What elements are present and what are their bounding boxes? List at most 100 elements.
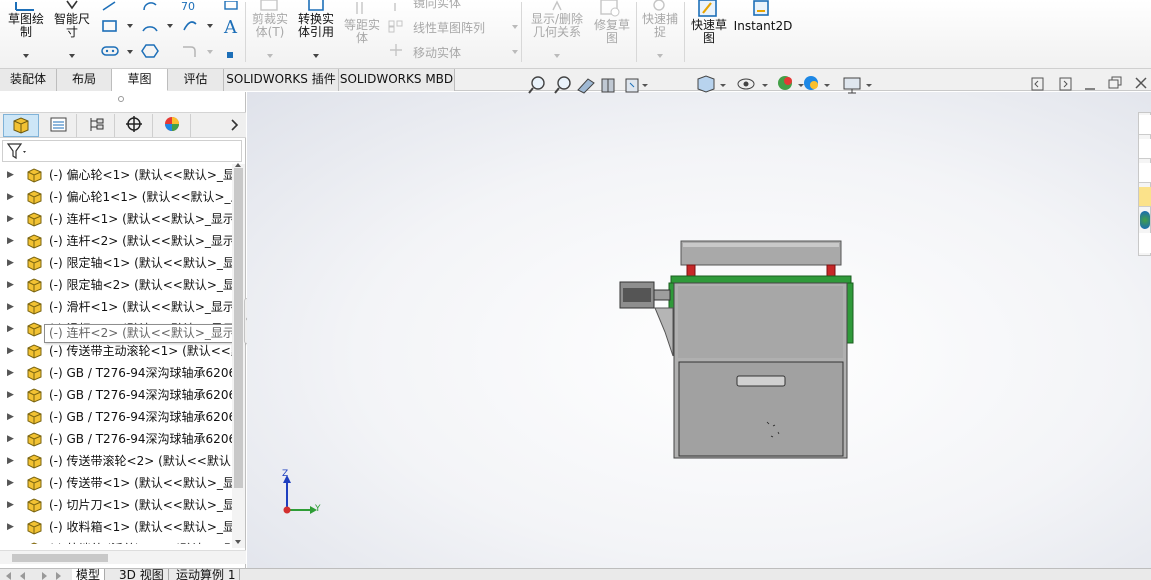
display-manager-tab[interactable]	[155, 114, 191, 137]
chevron-down-icon[interactable]	[642, 84, 648, 87]
tree-item[interactable]: ▶ (-) 滑杆<1> (默认<<默认>_显示状	[0, 296, 232, 318]
tree-item[interactable]: ▶ (-) GB / T276-94深沟球轴承6206	[0, 428, 232, 450]
tree-item[interactable]: ▶ (-) 外端盖 (活盖) <1> (默认<<默	[0, 538, 232, 544]
rapid-snaps-button[interactable]: 快速捕 捉	[638, 13, 682, 39]
expand-arrow-icon[interactable]: ▶	[7, 362, 14, 384]
tree-item[interactable]: ▶ (-) 连杆<2> (默认<<默认>_显示状态 1>)	[0, 230, 232, 252]
scroll-thumb[interactable]	[234, 168, 243, 488]
point-icon[interactable]	[222, 0, 240, 10]
scroll-up-icon[interactable]	[235, 163, 241, 167]
display-style-icon[interactable]	[737, 78, 755, 90]
chevron-down-icon[interactable]	[512, 50, 518, 54]
scroll-down-icon[interactable]	[235, 540, 241, 544]
tile-left-icon[interactable]	[1031, 77, 1044, 91]
feature-manager-tab[interactable]	[3, 114, 39, 137]
tab-assembly[interactable]: 装配体	[0, 69, 57, 91]
expand-arrow-icon[interactable]: ▶	[7, 186, 14, 208]
smart-dimension-icon[interactable]	[64, 0, 80, 12]
expand-arrow-icon[interactable]: ▶	[7, 252, 14, 274]
spline-icon[interactable]: 70	[181, 0, 199, 13]
home-icon[interactable]	[1139, 115, 1151, 135]
expand-arrow-icon[interactable]: ▶	[7, 230, 14, 252]
repair-sketch-button[interactable]: 修复草 图	[590, 19, 634, 45]
linear-pattern-button[interactable]: 线性草图阵列	[413, 19, 485, 36]
tree-item[interactable]: ▶ (-) 连杆<1> (默认<<默认>_显示状	[0, 208, 232, 230]
rectangle-icon[interactable]	[101, 18, 119, 34]
filter-icon[interactable]	[5, 141, 29, 161]
view-orientation-icon[interactable]	[697, 75, 715, 93]
tree-item[interactable]: ▶ (-) 传送带<1> (默认<<默认>_显示	[0, 472, 232, 494]
expand-arrow-icon[interactable]: ▶	[7, 406, 14, 428]
tab-layout[interactable]: 布局	[57, 69, 112, 91]
chevron-down-icon[interactable]	[69, 54, 75, 58]
arc-icon[interactable]	[141, 18, 159, 34]
quick-sketch-button[interactable]: 快速草 图	[688, 19, 730, 45]
expand-arrow-icon[interactable]: ▶	[7, 516, 14, 538]
panel-grip[interactable]	[118, 96, 124, 102]
chevron-down-icon[interactable]	[127, 50, 133, 54]
tab-evaluate[interactable]: 评估	[168, 69, 224, 91]
expand-arrow-icon[interactable]: ▶	[7, 274, 14, 296]
mirror-entities-button[interactable]: 镜向实体	[413, 0, 461, 11]
configuration-manager-tab[interactable]	[79, 114, 115, 137]
chevron-down-icon[interactable]	[554, 54, 560, 58]
expand-arrow-icon[interactable]: ▶	[7, 384, 14, 406]
chevron-down-icon[interactable]	[798, 84, 804, 87]
graphics-area[interactable]: Z Y	[247, 92, 1151, 568]
zoom-to-area-icon[interactable]	[554, 76, 571, 94]
tree-item[interactable]: ▶ (-) 限定轴<1> (默认<<默认>_显示	[0, 252, 232, 274]
design-library-icon[interactable]	[1139, 139, 1151, 159]
tab-solidworks-mbd[interactable]: SOLIDWORKS MBD	[339, 69, 455, 91]
chevron-down-icon[interactable]	[512, 25, 518, 29]
scroll-thumb[interactable]	[12, 554, 108, 562]
tab-3d-view[interactable]: 3D 视图	[115, 569, 169, 580]
view-settings-icon[interactable]	[843, 77, 861, 94]
tree-item[interactable]: ▶ (-) 传送带主动滚轮<1> (默认<<默	[0, 340, 232, 362]
previous-view-icon[interactable]	[577, 78, 595, 94]
tree-vertical-scrollbar[interactable]	[232, 163, 245, 548]
expand-arrow-icon[interactable]: ▶	[7, 494, 14, 516]
tree-filter[interactable]	[2, 140, 242, 162]
edit-appearance-icon[interactable]	[804, 76, 818, 90]
tree-item[interactable]: ▶ (-) 切片刀<1> (默认<<默认>_显示	[0, 494, 232, 516]
expand-arrow-icon[interactable]: ▶	[7, 472, 14, 494]
tab-sketch[interactable]: 草图	[112, 69, 168, 91]
instant2d-button[interactable]: Instant2D	[733, 20, 793, 33]
chevron-right-icon[interactable]	[229, 116, 241, 134]
tree-item[interactable]: ▶ (-) 传送带滚轮<2> (默认<<默认>_	[0, 450, 232, 472]
tree-item[interactable]: ▶ (-) 偏心轮1<1> (默认<<默认>_显	[0, 186, 232, 208]
expand-arrow-icon[interactable]: ▶	[7, 164, 14, 186]
expand-arrow-icon[interactable]: ▶	[7, 318, 14, 340]
expand-arrow-icon[interactable]: ▶	[7, 538, 14, 544]
restore-icon[interactable]	[1108, 76, 1122, 89]
text-icon[interactable]: A	[222, 16, 240, 38]
trim-entities-button[interactable]: 剪裁实 体(T)	[248, 13, 292, 39]
tab-model[interactable]: 模型	[72, 569, 106, 580]
ellipse-icon[interactable]	[181, 18, 199, 34]
chevron-down-icon[interactable]	[127, 24, 133, 28]
tree-item[interactable]: ▶ (-) GB / T276-94深沟球轴承6206	[0, 406, 232, 428]
chevron-down-icon[interactable]	[657, 54, 663, 58]
quick-sketch-icon[interactable]	[697, 0, 719, 18]
move-entities-button[interactable]: 移动实体	[413, 44, 461, 61]
dynamic-annotation-icon[interactable]	[625, 78, 639, 93]
convert-entities-icon[interactable]	[306, 0, 326, 12]
tab-nav-arrows[interactable]	[2, 570, 66, 580]
section-view-icon[interactable]	[601, 78, 615, 93]
tree-item[interactable]: ▶ (-) 偏心轮<1> (默认<<默认>_显示	[0, 164, 232, 186]
expand-arrow-icon[interactable]: ▶	[7, 296, 14, 318]
show-delete-relations-button[interactable]: 显示/删除 几何关系	[527, 13, 587, 39]
chevron-down-icon[interactable]	[762, 84, 768, 87]
chevron-down-icon[interactable]	[267, 54, 273, 58]
instant2d-icon[interactable]	[752, 0, 772, 18]
chevron-down-icon[interactable]	[167, 24, 173, 28]
chevron-down-icon[interactable]	[313, 54, 319, 58]
custom-properties-icon[interactable]	[1139, 233, 1151, 253]
line-icon[interactable]	[101, 0, 119, 11]
sketch-button[interactable]: 草图绘 制	[4, 13, 48, 39]
slot-icon[interactable]	[101, 44, 119, 58]
smart-dimension-button[interactable]: 智能尺 寸	[50, 13, 94, 39]
zoom-to-fit-icon[interactable]	[528, 76, 545, 94]
expand-arrow-icon[interactable]: ▶	[7, 428, 14, 450]
sketch-icon[interactable]	[14, 0, 36, 12]
